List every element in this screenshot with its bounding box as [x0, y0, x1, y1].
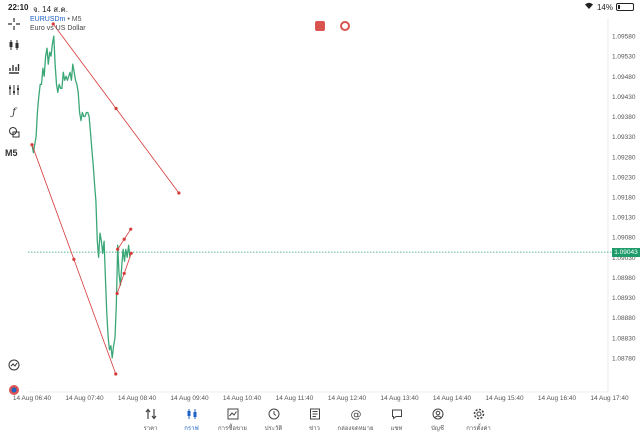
- y-tick-label: 1.09430: [612, 94, 636, 101]
- nav-item-label: ประวัติ: [264, 426, 283, 432]
- history-icon: [268, 407, 280, 421]
- trendline-handle: [129, 227, 133, 231]
- y-tick-label: 1.08830: [612, 335, 636, 342]
- trade-icon: [227, 407, 239, 421]
- y-tick-label: 1.08980: [612, 275, 636, 282]
- function-icon[interactable]: ƒ: [6, 104, 22, 120]
- symbol-separator: •: [67, 16, 70, 23]
- trendline-handle: [177, 191, 181, 195]
- nav-item-label: การซื้อขาย: [218, 426, 247, 432]
- nav-item-quotes[interactable]: ราคา: [130, 407, 171, 433]
- symbol-timeframe: M5: [71, 16, 82, 23]
- svg-text:@: @: [350, 408, 361, 420]
- trendline-handle: [114, 106, 118, 111]
- indicators-icon[interactable]: [6, 60, 22, 76]
- x-tick-label: 14 Aug 08:40: [118, 395, 157, 402]
- nav-item-settings[interactable]: การตั้งค่า: [458, 407, 499, 433]
- nav-item-label: การตั้งค่า: [466, 426, 491, 432]
- x-tick-label: 14 Aug 15:40: [485, 395, 524, 402]
- nav-item-label: ราคา: [143, 426, 158, 432]
- account-icon: [432, 407, 444, 421]
- y-tick-label: 1.09280: [612, 154, 636, 161]
- y-tick-label: 1.09230: [612, 174, 636, 181]
- candles-icon[interactable]: [6, 37, 22, 53]
- y-tick-label: 1.09080: [612, 235, 636, 242]
- chat-icon: [391, 407, 403, 421]
- crosshair-icon[interactable]: [6, 16, 22, 32]
- nav-item-chart[interactable]: กราฟ: [171, 407, 212, 433]
- shapes-icon[interactable]: [6, 124, 22, 140]
- y-tick-label: 1.09530: [612, 54, 636, 61]
- x-tick-label: 14 Aug 12:40: [328, 395, 367, 402]
- trendline-handle: [122, 271, 126, 276]
- x-tick-label: 14 Aug 13:40: [380, 395, 419, 402]
- price-chart[interactable]: 1.09580 1.09530 1.09480 1.09430 1.09380 1.093…: [0, 0, 640, 407]
- trendline-handle: [122, 237, 126, 241]
- symbol-ticker: EURUSDm: [30, 16, 66, 23]
- nav-item-label: กล่องจดหมาย: [337, 426, 374, 432]
- y-tick-label: 1.08880: [612, 315, 636, 322]
- y-tick-label: 1.09330: [612, 134, 636, 141]
- trade-toggle-icon[interactable]: [6, 382, 22, 398]
- nav-item-news[interactable]: ข่าว: [294, 407, 335, 433]
- one-click-icon[interactable]: [340, 21, 350, 31]
- objects-icon[interactable]: [6, 82, 22, 98]
- nav-item-trade[interactable]: การซื้อขาย: [212, 407, 253, 433]
- nav-item-chat[interactable]: แชท: [376, 407, 417, 433]
- nav-item-label: บัญชี: [431, 426, 444, 432]
- current-price-tag: 1.09043: [612, 247, 640, 257]
- y-tick-label: 1.08930: [612, 295, 636, 302]
- x-tick-label: 14 Aug 11:40: [276, 395, 314, 402]
- x-tick-label: 14 Aug 14:40: [433, 395, 472, 402]
- quotes-icon: [145, 407, 157, 421]
- x-tick-label: 14 Aug 09:40: [170, 395, 209, 402]
- nav-item-label: ข่าว: [309, 426, 320, 432]
- nav-item-label: กราฟ: [184, 426, 199, 432]
- symbol-description: Euro vs US Dollar: [30, 25, 86, 32]
- trendline-handle: [30, 143, 34, 147]
- y-tick-label: 1.09480: [612, 74, 636, 81]
- trendline-handle: [114, 372, 118, 376]
- symbol-header[interactable]: EURUSDm • M5 Euro vs US Dollar: [30, 15, 86, 33]
- sell-button-icon[interactable]: [315, 21, 325, 31]
- x-tick-label: 14 Aug 10:40: [223, 395, 262, 402]
- y-tick-label: 1.09130: [612, 215, 636, 222]
- news-icon: [309, 407, 321, 421]
- tool-rail: ƒ M5: [0, 16, 28, 408]
- zoom-icon[interactable]: [6, 357, 22, 373]
- trendline-handle: [72, 257, 76, 261]
- y-tick-label: 1.09380: [612, 114, 636, 121]
- y-tick-label: 1.09580: [612, 34, 636, 41]
- x-tick-label: 14 Aug 16:40: [538, 395, 577, 402]
- chart-icon: [186, 407, 198, 421]
- y-tick-label: 1.09180: [612, 194, 636, 201]
- nav-item-mail[interactable]: @ กล่องจดหมาย: [335, 407, 376, 433]
- series-line: [31, 35, 131, 359]
- nav-item-account[interactable]: บัญชี: [417, 407, 458, 433]
- bottom-nav: ราคา กราฟ การซื้อขาย ประวัติ ข่าว @ กล่องจดหมา…: [130, 407, 499, 433]
- nav-item-history[interactable]: ประวัติ: [253, 407, 294, 433]
- trendline-handle: [129, 251, 133, 255]
- settings-icon: [473, 407, 485, 421]
- trendline-handle: [115, 291, 119, 296]
- x-tick-label: 14 Aug 07:40: [65, 395, 104, 402]
- trendline-handle: [116, 247, 120, 251]
- y-tick-label: 1.08780: [612, 355, 636, 362]
- timeframe-button[interactable]: M5: [5, 148, 18, 158]
- x-tick-label: 14 Aug 17:40: [590, 395, 629, 402]
- mail-icon: @: [350, 407, 362, 421]
- nav-item-label: แชท: [390, 426, 403, 432]
